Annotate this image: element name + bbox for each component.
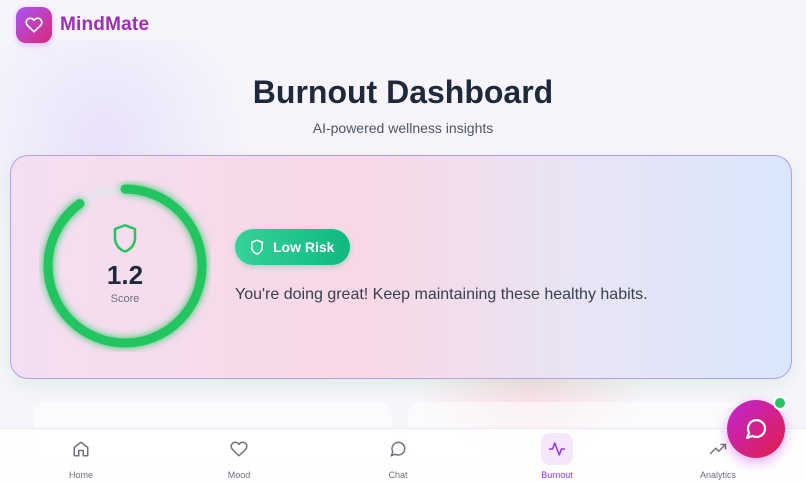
wellness-message: You're doing great! Keep maintaining the… xyxy=(235,286,648,303)
app-header: MindMate xyxy=(0,0,806,50)
shield-icon xyxy=(113,223,137,253)
burnout-score-card: 1.2 Score Low Risk You're doing great! K… xyxy=(10,155,792,379)
nav-label-mood: Mood xyxy=(227,470,251,480)
nav-label-analytics: Analytics xyxy=(699,470,736,480)
score-value: 1.2 xyxy=(106,259,144,290)
bottom-navigation: Home Mood Chat Burnout Analytics xyxy=(0,428,806,482)
score-label: Score xyxy=(110,292,140,305)
risk-level-text: Low Risk xyxy=(273,239,335,255)
nav-label-chat: Chat xyxy=(388,470,408,480)
heart-icon xyxy=(25,17,43,33)
home-icon xyxy=(73,441,89,457)
page-subtitle: AI-powered wellness insights xyxy=(312,120,494,136)
nav-item-chat[interactable]: Chat xyxy=(358,429,438,482)
risk-level-badge: Low Risk xyxy=(235,229,351,265)
nav-item-burnout[interactable]: Burnout xyxy=(517,429,597,482)
heart-icon xyxy=(230,441,248,457)
nav-label-burnout: Burnout xyxy=(541,470,573,480)
trending-up-icon xyxy=(709,443,727,455)
online-status-dot xyxy=(773,396,787,410)
score-gauge: 1.2 Score xyxy=(39,180,211,352)
nav-item-mood[interactable]: Mood xyxy=(199,429,279,482)
gauge-center: 1.2 Score xyxy=(39,180,211,352)
chat-bubble-icon xyxy=(745,419,767,440)
brand-name: MindMate xyxy=(60,14,150,35)
chat-bubble-icon xyxy=(390,441,406,457)
shield-icon xyxy=(250,239,264,255)
activity-icon xyxy=(548,442,566,456)
nav-item-home[interactable]: Home xyxy=(41,429,121,482)
nav-label-home: Home xyxy=(68,470,93,480)
app-logo[interactable] xyxy=(16,7,52,43)
page-title: Burnout Dashboard xyxy=(252,74,554,110)
